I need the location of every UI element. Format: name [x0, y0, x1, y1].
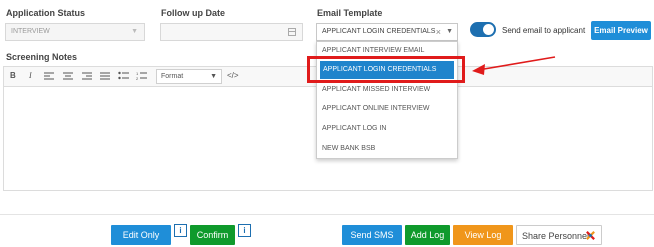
info-icon[interactable]: i — [174, 224, 187, 237]
annotation-arrow — [472, 56, 556, 75]
add-log-button[interactable]: Add Log — [405, 225, 450, 245]
confirm-button[interactable]: Confirm — [190, 225, 235, 245]
info-icon[interactable]: i — [238, 224, 251, 237]
footer-divider — [0, 214, 654, 215]
view-log-button[interactable]: View Log — [453, 225, 513, 245]
send-sms-button[interactable]: Send SMS — [342, 225, 402, 245]
share-personnel-label: Share Personnel — [522, 231, 590, 241]
share-personnel-icon — [586, 231, 595, 240]
share-personnel-button[interactable]: Share Personnel — [516, 225, 602, 245]
edit-only-button[interactable]: Edit Only — [111, 225, 171, 245]
